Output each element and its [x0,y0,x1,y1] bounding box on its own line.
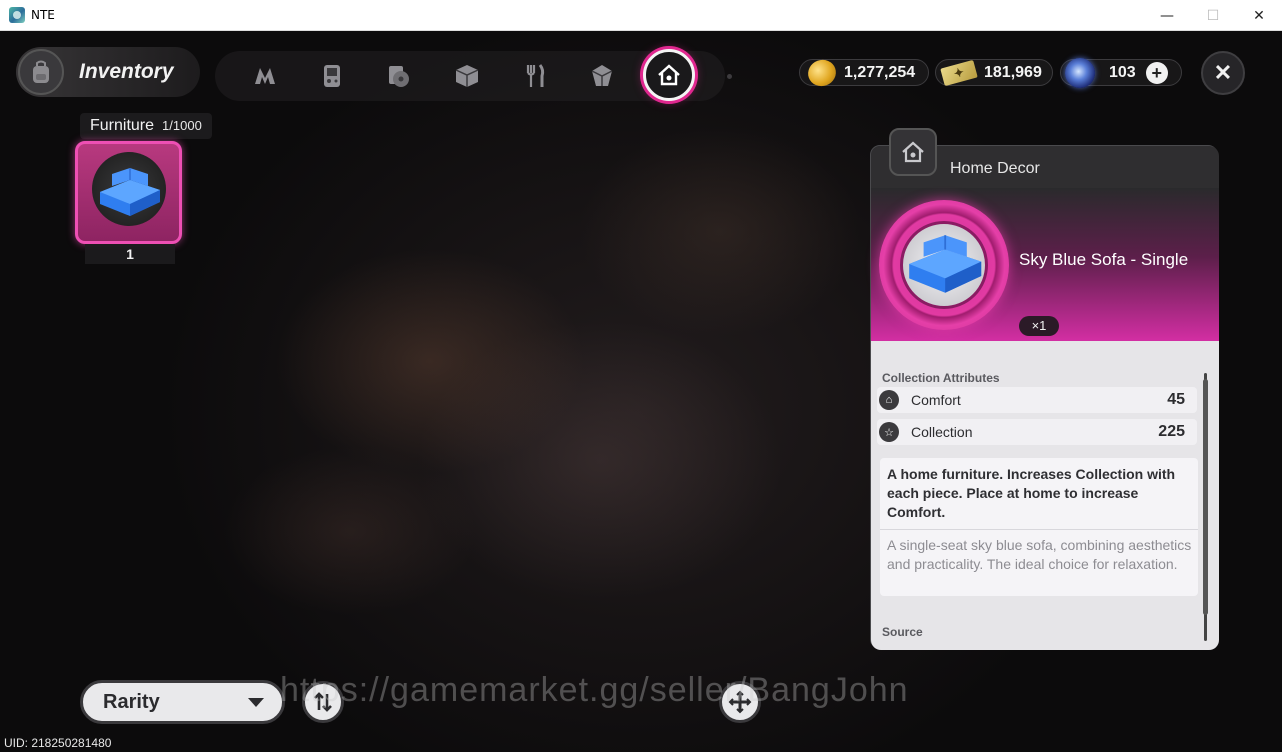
detail-body[interactable]: Collection Attributes ⌂ Comfort 45 ☆ Col… [871,341,1219,650]
attribute-value: 225 [1158,423,1185,440]
inventory-header: Inventory [16,47,200,97]
attribute-row-comfort: ⌂ Comfort 45 [877,387,1197,413]
window-titlebar: NTE — ☐ ✕ [0,0,1282,31]
section-count: 1/1000 [162,118,202,133]
home-decor-icon[interactable] [643,49,695,101]
add-orb-button[interactable]: + [1145,61,1168,84]
ticket-icon: ✦ [940,59,978,86]
item-detail-panel: Home Decor Sky Blue Sofa - Single ×1 Col… [870,128,1219,650]
detail-item-count: ×1 [1019,316,1059,336]
user-id: UID: 218250281480 [4,736,112,750]
blue-orb-icon [1065,57,1095,88]
item-flavor-text: A single-seat sky blue sofa, combining a… [887,537,1192,572]
backpack-icon [18,49,64,95]
category-tabbar [215,49,732,101]
ticket-value: 181,969 [984,63,1042,81]
sort-dropdown[interactable]: Rarity [80,680,285,724]
tab-scroll-dot [727,74,732,79]
game-viewport: Inventory 1,277,254 ✦ 181,969 103 + ✕ Fu… [0,31,1282,752]
home-small-icon: ⌂ [879,390,899,410]
chevron-down-icon [248,697,264,707]
description-box: A home furniture. Increases Collection w… [880,458,1198,596]
home-category-icon [889,128,937,176]
source-title: Source [882,625,923,639]
section-label: Furniture 1/1000 [80,113,212,139]
item-description: A home furniture. Increases Collection w… [887,466,1176,520]
orb-balance: 103 + [1060,57,1182,88]
ticket-balance: ✦ 181,969 [935,59,1053,86]
maximize-button[interactable]: ☐ [1190,0,1236,31]
attribute-label: Comfort [911,392,961,408]
attribute-label: Collection [911,424,973,440]
window-title: NTE [31,8,55,22]
disc-card-icon[interactable] [379,56,419,96]
item-rarity-ring [879,200,1009,330]
page-title: Inventory [79,60,174,83]
app-icon [9,7,25,23]
item-quantity: 1 [85,244,175,264]
fork-knife-icon[interactable] [515,56,555,96]
attributes-title: Collection Attributes [882,371,1000,385]
detail-item-name: Sky Blue Sofa - Single [1019,250,1189,269]
box-icon[interactable] [447,56,487,96]
watermark-text: https://gamemarket.gg/seller/BangJohn [280,671,909,709]
gold-coin-balance: 1,277,254 [799,55,929,90]
star-small-icon: ☆ [879,422,899,442]
attribute-row-collection: ☆ Collection 225 [877,419,1197,445]
sofa-icon [909,235,982,293]
inventory-item-card[interactable] [75,141,182,244]
detail-scrollbar-thumb[interactable] [1203,379,1208,615]
window-close-button[interactable]: ✕ [1236,0,1282,31]
gold-coin-value: 1,277,254 [844,63,916,81]
sort-dropdown-label: Rarity [103,690,160,713]
attribute-value: 45 [1167,391,1185,408]
minimize-button[interactable]: — [1144,0,1190,31]
orb-value: 103 [1109,63,1136,81]
section-name: Furniture [90,117,155,134]
cube-gem-icon[interactable] [582,56,622,96]
detail-header: Home Decor [871,128,1219,188]
close-inventory-button[interactable]: ✕ [1201,51,1245,95]
sofa-icon [100,168,160,216]
description-divider [880,529,1198,530]
detail-category: Home Decor [950,160,1040,177]
gameboy-icon[interactable] [312,56,352,96]
gold-coin-icon [804,55,840,90]
detail-hero: Sky Blue Sofa - Single ×1 [871,188,1219,341]
nte-logo-icon[interactable] [245,56,285,96]
